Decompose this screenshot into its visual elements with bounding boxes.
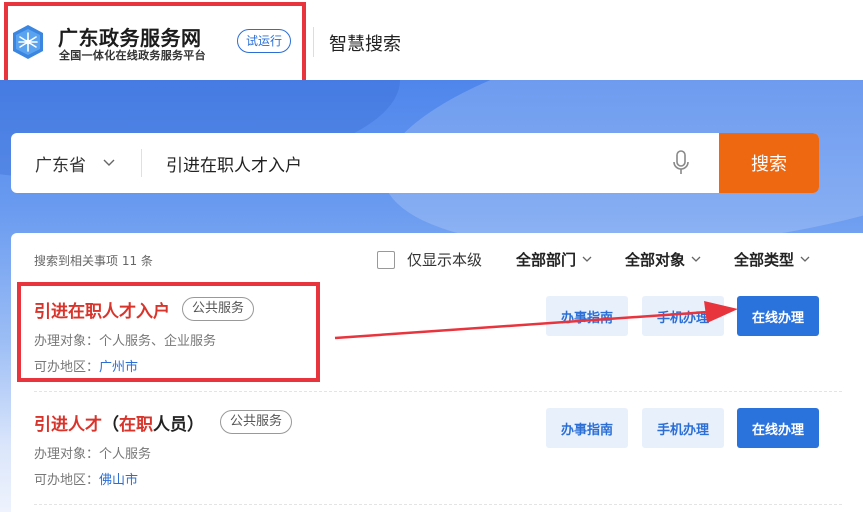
only-this-level-checkbox[interactable] [377, 251, 395, 269]
filter-label: 全部类型 [734, 251, 795, 269]
result-item: 引进人才（在职人员） 公共服务 办理对象：个人服务 可办地区：佛山市 办事指南 … [11, 398, 863, 510]
chevron-down-icon [800, 256, 810, 262]
filter-label: 全部部门 [516, 251, 577, 269]
microphone-icon[interactable] [672, 150, 690, 176]
mobile-handle-button[interactable]: 手机办理 [642, 408, 724, 448]
mobile-handle-button[interactable]: 手机办理 [642, 296, 724, 336]
item-separator [34, 391, 842, 392]
department-filter[interactable]: 全部部门 [516, 249, 592, 270]
type-filter[interactable]: 全部类型 [734, 249, 810, 270]
online-handle-button[interactable]: 在线办理 [737, 296, 819, 336]
result-target: 办理对象：个人服务 [34, 447, 152, 462]
result-region: 可办地区：佛山市 [34, 473, 139, 488]
chevron-down-icon [582, 256, 592, 262]
item-separator [34, 504, 842, 505]
guide-button[interactable]: 办事指南 [546, 296, 628, 336]
search-divider [141, 149, 142, 177]
target-filter[interactable]: 全部对象 [625, 249, 701, 270]
result-title[interactable]: 引进人才（在职人员） [34, 410, 204, 435]
search-button[interactable]: 搜索 [719, 133, 819, 193]
result-tag: 公共服务 [220, 410, 293, 434]
search-input[interactable] [166, 149, 646, 177]
search-bar: 广东省 搜索 [11, 133, 819, 193]
guide-button[interactable]: 办事指南 [546, 408, 628, 448]
header-divider [313, 27, 314, 57]
chevron-down-icon [691, 256, 701, 262]
section-title: 智慧搜索 [329, 34, 401, 55]
result-highlight-box [17, 282, 320, 382]
logo-highlight-box [4, 2, 306, 86]
result-count: 搜索到相关事项 11 条 [34, 254, 153, 268]
online-handle-button[interactable]: 在线办理 [737, 408, 819, 448]
chevron-down-icon[interactable] [103, 159, 115, 167]
filter-label: 全部对象 [625, 251, 686, 269]
region-selector[interactable]: 广东省 [35, 151, 86, 176]
only-this-level-label[interactable]: 仅显示本级 [407, 249, 482, 270]
